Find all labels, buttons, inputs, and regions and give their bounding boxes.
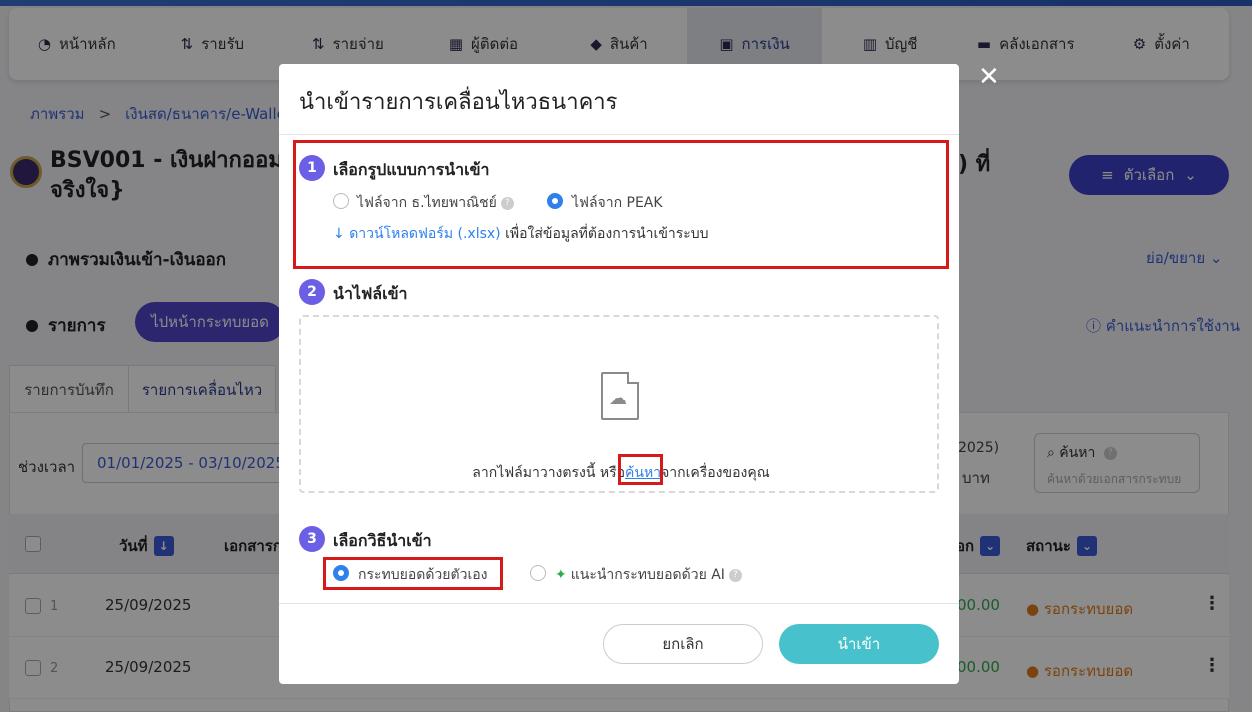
radio-peak[interactable] bbox=[547, 193, 563, 209]
radio-ai[interactable] bbox=[530, 565, 546, 581]
question-icon: ? bbox=[728, 568, 742, 582]
import-button[interactable]: นำเข้า bbox=[779, 624, 939, 664]
step1-number: 1 bbox=[299, 155, 325, 181]
step1-label: เลือกรูปแบบการนำเข้า bbox=[333, 160, 490, 179]
radio-scb[interactable] bbox=[333, 193, 349, 209]
radio-manual-label[interactable]: กระทบยอดด้วยตัวเอง bbox=[358, 564, 487, 586]
radio-scb-label[interactable]: ไฟล์จาก ธ.ไทยพาณิชย์? bbox=[357, 192, 514, 214]
step2-number: 2 bbox=[299, 279, 325, 305]
download-line: ↓ ดาวน์โหลดฟอร์ม (.xlsx) เพื่อใส่ข้อมูลท… bbox=[333, 226, 709, 242]
modal-divider bbox=[279, 134, 959, 135]
radio-manual[interactable] bbox=[333, 565, 349, 581]
step3-number: 3 bbox=[299, 526, 325, 552]
cloud-file-icon: ☁ bbox=[601, 372, 639, 420]
radio-peak-label[interactable]: ไฟล์จาก PEAK bbox=[572, 192, 663, 214]
radio-ai-label[interactable]: ✦ แนะนำกระทบยอดด้วย AI? bbox=[555, 564, 742, 586]
close-icon[interactable]: ✕ bbox=[978, 62, 1000, 92]
cancel-button[interactable]: ยกเลิก bbox=[603, 624, 763, 664]
modal-title: นำเข้ารายการเคลื่อนไหวธนาคาร bbox=[299, 90, 618, 115]
step2-label: นำไฟล์เข้า bbox=[333, 284, 408, 303]
question-icon: ? bbox=[500, 196, 514, 210]
highlight-browse bbox=[618, 454, 663, 485]
modal-footer-divider bbox=[279, 603, 959, 604]
import-modal: นำเข้ารายการเคลื่อนไหวธนาคาร 1 เลือกรูปแ… bbox=[279, 64, 959, 684]
step3-label: เลือกวิธีนำเข้า bbox=[333, 531, 432, 550]
download-form-link[interactable]: ดาวน์โหลดฟอร์ม (.xlsx) bbox=[349, 226, 500, 242]
magic-wand-icon: ✦ bbox=[555, 567, 567, 583]
download-arrow-icon[interactable]: ↓ bbox=[333, 226, 345, 242]
